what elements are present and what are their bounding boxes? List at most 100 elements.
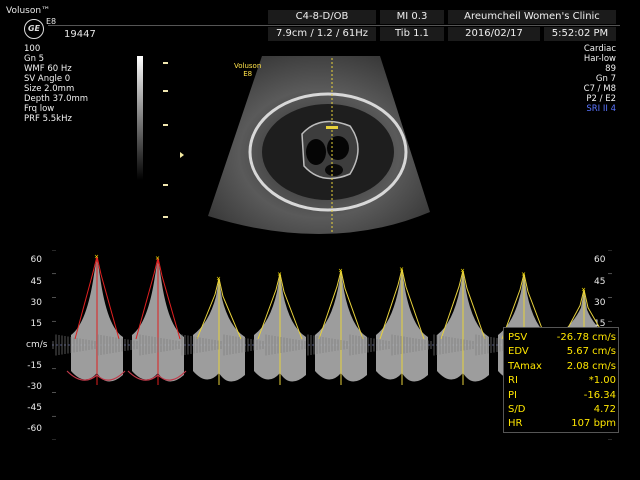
spectral-noise bbox=[400, 336, 402, 354]
spectral-noise bbox=[61, 335, 63, 355]
spectral-noise bbox=[469, 340, 471, 350]
spectral-noise bbox=[412, 338, 414, 352]
spectral-noise bbox=[394, 335, 396, 355]
spectral-noise bbox=[337, 339, 339, 351]
velocity-scale-tick: 30 bbox=[30, 298, 42, 308]
spectral-noise bbox=[289, 338, 291, 352]
probe-mode: C4-8-D/OB bbox=[268, 10, 376, 24]
image-watermark: Voluson E8 bbox=[234, 62, 261, 78]
velocity-scale-tick: -15 bbox=[27, 361, 42, 371]
spectral-noise bbox=[409, 337, 411, 353]
peak-cursor-mark: × bbox=[338, 268, 343, 275]
velocity-scale-tick: 15 bbox=[30, 319, 42, 329]
spectral-noise bbox=[499, 338, 501, 352]
depth-marker bbox=[163, 124, 168, 126]
spectral-noise bbox=[385, 340, 387, 350]
spectral-noise bbox=[379, 339, 381, 351]
spectral-noise bbox=[313, 335, 315, 355]
spectral-noise bbox=[481, 335, 483, 355]
spectral-noise bbox=[346, 341, 348, 349]
velocity-unit-label: cm/s bbox=[26, 340, 48, 350]
greyscale-bar bbox=[137, 56, 143, 180]
spectral-noise bbox=[376, 339, 378, 351]
bmode-sector-image[interactable] bbox=[190, 54, 430, 238]
clinic-name: Areumcheil Women's Clinic bbox=[448, 10, 616, 24]
spectral-noise bbox=[217, 340, 219, 350]
spectral-noise bbox=[274, 336, 276, 354]
spectral-noise bbox=[295, 339, 297, 351]
spectral-noise bbox=[298, 340, 300, 350]
depth-marker bbox=[163, 90, 168, 92]
spectral-noise bbox=[55, 334, 57, 356]
spectral-noise bbox=[406, 337, 408, 353]
header-divider bbox=[48, 25, 620, 26]
spectral-noise bbox=[271, 335, 273, 355]
spectral-noise bbox=[424, 340, 426, 350]
spectral-noise bbox=[73, 337, 75, 353]
left-param-item: SV Angle 0 bbox=[24, 74, 71, 84]
spectral-noise bbox=[88, 340, 90, 350]
spectral-noise bbox=[139, 334, 141, 356]
spectral-noise bbox=[457, 338, 459, 352]
spectral-noise bbox=[196, 337, 198, 353]
spectral-noise bbox=[478, 335, 480, 355]
velocity-scale-tick: -30 bbox=[27, 382, 42, 392]
spectral-noise bbox=[106, 336, 108, 354]
peak-cursor-mark: × bbox=[581, 287, 586, 294]
spectral-noise bbox=[436, 335, 438, 355]
left-param-item: Size 2.0mm bbox=[24, 84, 75, 94]
spectral-noise bbox=[340, 340, 342, 350]
spectral-noise bbox=[172, 340, 174, 350]
spectral-noise bbox=[307, 334, 309, 356]
spectral-noise bbox=[355, 335, 357, 355]
sample-volume-gate[interactable] bbox=[326, 126, 338, 129]
depth-marker bbox=[163, 184, 168, 186]
spectral-noise bbox=[265, 334, 267, 356]
spectral-noise bbox=[154, 337, 156, 353]
spectral-noise bbox=[181, 334, 183, 356]
spectral-noise bbox=[133, 340, 135, 350]
spectral-noise bbox=[367, 337, 369, 353]
spectral-noise bbox=[454, 338, 456, 352]
spectral-noise bbox=[301, 340, 303, 350]
spectral-noise bbox=[442, 336, 444, 354]
spectral-noise bbox=[388, 341, 390, 349]
brand-label: Voluson™ bbox=[6, 6, 51, 16]
heart-chamber bbox=[306, 139, 326, 165]
spectral-noise bbox=[358, 336, 360, 354]
spectral-noise bbox=[79, 338, 81, 352]
spectral-noise bbox=[415, 338, 417, 352]
velocity-scale-tick: 60 bbox=[30, 255, 42, 265]
measurement-label: RI bbox=[508, 375, 518, 387]
depth-arrow-icon[interactable] bbox=[180, 152, 184, 158]
spectral-noise bbox=[193, 336, 195, 354]
header-bar: Voluson™ E8 GE 19447 C4-8-D/OB MI 0.3 Ar… bbox=[0, 0, 640, 44]
spectral-noise bbox=[316, 336, 318, 354]
right-param-item: Cardiac bbox=[583, 44, 616, 54]
measurement-row: EDV 5.67 cm/s bbox=[508, 345, 616, 358]
scan-params: 7.9cm / 1.2 / 61Hz bbox=[268, 27, 376, 41]
spectral-noise bbox=[430, 341, 432, 349]
spectral-noise bbox=[52, 341, 54, 349]
spectral-noise bbox=[151, 336, 153, 354]
spectral-noise bbox=[115, 337, 117, 353]
right-param-item: Har-low bbox=[583, 54, 616, 64]
left-param-item: Gn 5 bbox=[24, 54, 45, 64]
spectral-noise bbox=[421, 339, 423, 351]
spectral-noise bbox=[268, 335, 270, 355]
exam-date: 2016/02/17 bbox=[448, 27, 540, 41]
measurement-label: PSV bbox=[508, 332, 528, 343]
depth-marker bbox=[163, 216, 168, 218]
right-param-item: 89 bbox=[605, 64, 616, 74]
spectral-noise bbox=[142, 335, 144, 355]
spectral-noise bbox=[241, 337, 243, 353]
spectral-noise bbox=[208, 339, 210, 351]
spectral-noise bbox=[238, 337, 240, 353]
right-param-item: Gn 7 bbox=[595, 74, 616, 84]
spectral-noise bbox=[463, 339, 465, 351]
spectral-noise bbox=[349, 334, 351, 356]
measurement-value: 4.72 bbox=[593, 404, 616, 415]
spectral-noise bbox=[250, 339, 252, 351]
depth-marker bbox=[163, 62, 168, 64]
peak-cursor-mark: × bbox=[521, 271, 526, 278]
